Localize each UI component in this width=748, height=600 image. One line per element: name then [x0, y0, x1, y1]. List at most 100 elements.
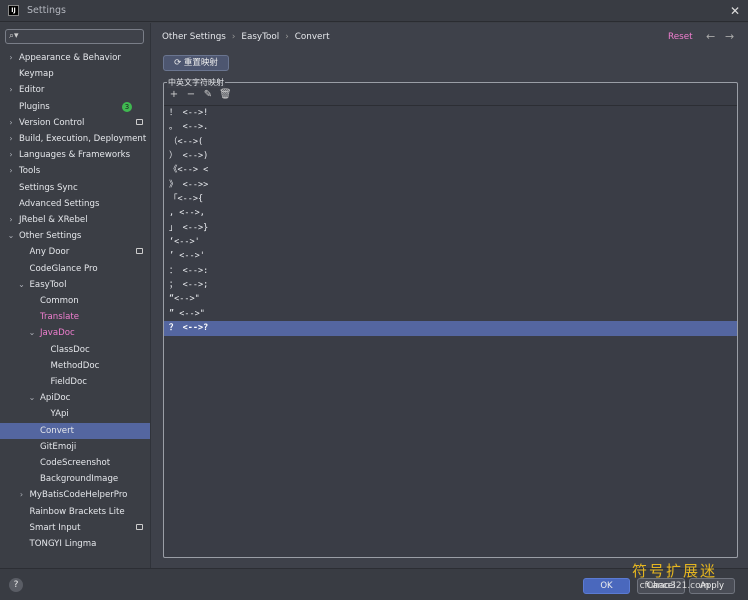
chevron-down-icon[interactable]: ⌄: [6, 228, 16, 244]
sidebar-item-label: CodeScreenshot: [40, 458, 111, 468]
sidebar-item[interactable]: Keymap: [0, 66, 150, 82]
sidebar-item-label: Any Door: [29, 247, 70, 258]
chevron-right-icon[interactable]: ›: [6, 163, 16, 179]
settings-main: Other Settings › EasyTool › Convert Reset ← …: [150, 23, 748, 568]
list-toolbar: + − ✎ 🗑: [168, 89, 232, 101]
sidebar-item[interactable]: YApi: [0, 406, 150, 422]
mapping-row[interactable]: ； <-->;: [164, 278, 737, 292]
ok-button[interactable]: OK: [583, 578, 630, 594]
mapping-group: 中英文字符映射 + − ✎ 🗑 ！ <-->!。 <-->. （<-->(） <-…: [163, 77, 738, 558]
chevron-right-icon[interactable]: ›: [6, 131, 16, 147]
sidebar-item[interactable]: › Build, Execution, Deployment: [0, 131, 150, 147]
sidebar-item[interactable]: › Tools: [0, 163, 150, 179]
sidebar-item[interactable]: › Editor: [0, 82, 150, 98]
chevron-right-icon[interactable]: ›: [6, 50, 16, 66]
sidebar-item[interactable]: Convert: [0, 422, 150, 439]
sidebar-item[interactable]: Common: [0, 293, 150, 309]
sidebar-item[interactable]: ClassDoc: [0, 342, 150, 358]
sidebar-item[interactable]: Plugins 3: [0, 99, 150, 115]
breadcrumb-item[interactable]: EasyTool: [241, 32, 279, 42]
sidebar-item-label: Keymap: [19, 69, 54, 80]
sidebar-item-label: Settings Sync: [19, 182, 78, 193]
sidebar-item[interactable]: BackgroundImage: [0, 471, 150, 487]
sidebar-item[interactable]: Advanced Settings: [0, 196, 150, 212]
sidebar-item-label: Translate: [40, 312, 80, 323]
sidebar-item[interactable]: GitEmoji: [0, 439, 150, 455]
sidebar-item[interactable]: ⌄ EasyTool: [0, 277, 150, 293]
mapping-row[interactable]: 」 <-->}: [164, 221, 737, 235]
refresh-icon: ⟳: [174, 58, 184, 68]
sidebar-item-label: Build, Execution, Deployment: [19, 134, 147, 144]
mapping-row[interactable]: , <-->,: [164, 206, 737, 220]
sidebar-item-label: MyBatisCodeHelperPro: [29, 490, 128, 501]
sidebar-item[interactable]: › Appearance & Behavior: [0, 50, 150, 66]
help-icon[interactable]: ?: [9, 578, 23, 592]
edit-icon[interactable]: ✎: [202, 89, 214, 101]
mapping-list[interactable]: ！ <-->!。 <-->. （<-->(） <-->) 《<--> < 》 <-->…: [164, 105, 737, 336]
sidebar-item[interactable]: ⌄ JavaDoc: [0, 325, 150, 341]
reset-link[interactable]: Reset: [668, 32, 693, 42]
forward-icon[interactable]: →: [725, 30, 734, 43]
chevron-right-icon[interactable]: ›: [6, 212, 16, 228]
reset-mapping-button[interactable]: ⟳ 重置映射: [163, 55, 229, 71]
chevron-right-icon[interactable]: ›: [6, 115, 16, 131]
sidebar-item[interactable]: CodeScreenshot: [0, 455, 150, 471]
mapping-row[interactable]: ’ <-->': [164, 249, 737, 263]
sidebar-item[interactable]: › Languages & Frameworks: [0, 147, 150, 163]
sidebar-item[interactable]: › MyBatisCodeHelperPro: [0, 487, 150, 503]
search-icon: ⌕▾: [9, 31, 19, 41]
chevron-down-icon[interactable]: ⌄: [17, 277, 27, 293]
delete-icon[interactable]: 🗑: [219, 89, 232, 101]
app-logo: IJ: [8, 5, 19, 16]
search-input[interactable]: ⌕▾: [5, 29, 144, 44]
remove-icon[interactable]: −: [185, 89, 197, 101]
sidebar-item[interactable]: MethodDoc: [0, 358, 150, 374]
sidebar-item-label: Editor: [19, 85, 45, 96]
sidebar-item[interactable]: ⌄ Other Settings: [0, 228, 150, 244]
mapping-row[interactable]: ” <-->": [164, 307, 737, 321]
mapping-row[interactable]: 《<--> <: [164, 163, 737, 177]
mapping-row[interactable]: 。 <-->.: [164, 120, 737, 134]
sidebar-item-label: Tools: [19, 166, 41, 177]
chevron-right-icon[interactable]: ›: [17, 487, 27, 503]
mapping-row[interactable]: 》 <-->>: [164, 178, 737, 192]
sidebar-item[interactable]: Rainbow Brackets Lite: [0, 504, 150, 520]
add-icon[interactable]: +: [168, 89, 180, 101]
sidebar-item-label: Languages & Frameworks: [19, 150, 131, 161]
mapping-row[interactable]: （<-->(: [164, 135, 737, 149]
sidebar-item-label: Common: [40, 296, 79, 306]
sidebar-item[interactable]: › JRebel & XRebel: [0, 212, 150, 228]
chevron-down-icon[interactable]: ⌄: [27, 390, 37, 406]
close-icon[interactable]: ✕: [730, 4, 740, 18]
sidebar-item[interactable]: FieldDoc: [0, 374, 150, 390]
sidebar-item[interactable]: Translate: [0, 309, 150, 325]
sidebar-item-label: Other Settings: [19, 231, 82, 242]
chevron-right-icon[interactable]: ›: [6, 147, 16, 163]
sidebar-item[interactable]: Smart Input: [0, 520, 150, 536]
sidebar-item[interactable]: TONGYI Lingma: [0, 536, 150, 552]
sidebar-item-label: ApiDoc: [40, 393, 71, 404]
chevron-down-icon[interactable]: ⌄: [27, 325, 37, 341]
sidebar-item-label: EasyTool: [29, 279, 67, 290]
cancel-button[interactable]: Cancel: [637, 578, 685, 594]
back-icon[interactable]: ←: [706, 30, 715, 43]
breadcrumb: Other Settings › EasyTool › Convert: [162, 32, 330, 42]
sidebar-item[interactable]: CodeGlance Pro: [0, 261, 150, 277]
chevron-right-icon[interactable]: ›: [6, 82, 16, 98]
sidebar-item[interactable]: ⌄ ApiDoc: [0, 390, 150, 406]
mapping-row[interactable]: “<-->": [164, 292, 737, 306]
sidebar-item[interactable]: Settings Sync: [0, 180, 150, 196]
sidebar-item[interactable]: › Version Control: [0, 115, 150, 131]
mapping-row[interactable]: ‘<-->': [164, 235, 737, 249]
mapping-row[interactable]: ： <-->:: [164, 264, 737, 278]
sidebar-item-label: YApi: [50, 409, 69, 420]
mapping-row[interactable]: ？ <-->?: [164, 321, 737, 336]
breadcrumb-item[interactable]: Other Settings: [162, 32, 226, 42]
breadcrumb-item: Convert: [294, 32, 330, 42]
mapping-row[interactable]: ！ <-->!: [164, 106, 737, 120]
apply-button[interactable]: Apply: [689, 578, 735, 594]
sidebar-item[interactable]: Any Door: [0, 244, 150, 260]
sidebar-item-label: FieldDoc: [50, 377, 87, 387]
mapping-row[interactable]: 「<-->{: [164, 192, 737, 206]
mapping-row[interactable]: ） <-->): [164, 149, 737, 163]
